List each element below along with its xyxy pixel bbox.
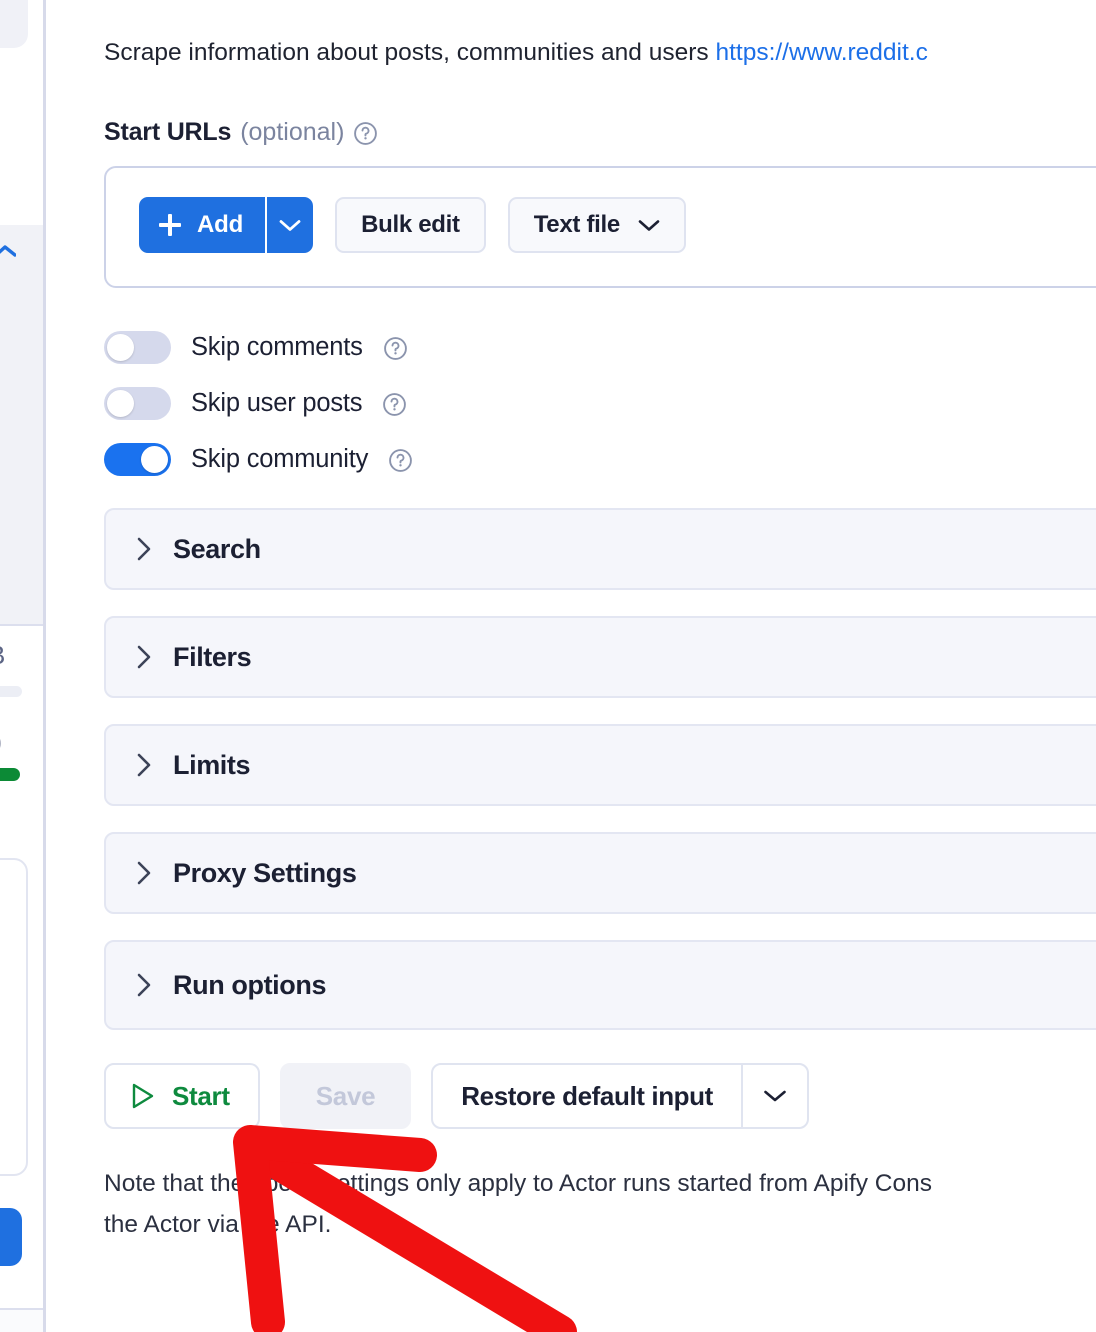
toggle-skip-community[interactable]: [104, 443, 171, 476]
main-content: Scrape information about posts, communit…: [46, 0, 1096, 1332]
start-urls-optional-text: (optional): [240, 118, 344, 147]
restore-default-input-group: Restore default input: [431, 1063, 809, 1129]
sidebar-metric-b: 0: [0, 728, 2, 760]
bulk-edit-button[interactable]: Bulk edit: [335, 197, 486, 253]
toggle-label-skip-user-posts: Skip user posts: [191, 389, 362, 418]
add-button[interactable]: Add: [139, 197, 265, 253]
sidebar-top-panel: [0, 0, 28, 48]
chevron-up-icon[interactable]: [0, 243, 16, 259]
section-title-proxy-settings: Proxy Settings: [173, 858, 356, 889]
action-bar: Start Save Restore default input: [104, 1063, 809, 1129]
actor-description: Scrape information about posts, communit…: [104, 36, 1096, 70]
section-filters[interactable]: Filters: [104, 616, 1096, 698]
start-button-label: Start: [172, 1081, 230, 1112]
chevron-right-icon: [136, 752, 153, 778]
restore-dropdown-button[interactable]: [741, 1065, 807, 1127]
restore-default-input-label: Restore default input: [461, 1081, 713, 1112]
start-urls-container: Add Bulk edit Text file: [104, 166, 1096, 288]
toggle-skip-user-posts[interactable]: [104, 387, 171, 420]
settings-note-line-2: the Actor via the API.: [104, 1204, 1096, 1245]
help-circle-icon[interactable]: [388, 448, 413, 473]
sidebar-primary-button[interactable]: [0, 1208, 22, 1266]
section-run-options[interactable]: Run options MAXIM Unlim: [104, 940, 1096, 1030]
add-button-group[interactable]: Add: [139, 197, 313, 253]
add-button-label: Add: [197, 211, 243, 239]
text-file-dropdown[interactable]: Text file: [508, 197, 686, 253]
text-file-label: Text file: [534, 211, 620, 239]
sidebar-status-indicator: [0, 768, 20, 781]
section-title-filters: Filters: [173, 642, 251, 673]
section-limits[interactable]: Limits: [104, 724, 1096, 806]
help-circle-icon[interactable]: [382, 392, 407, 417]
settings-note-line-1: Note that the above settings only apply …: [104, 1170, 932, 1197]
toggle-label-skip-comments: Skip comments: [191, 333, 363, 362]
sidebar-card: [0, 858, 28, 1176]
settings-note: Note that the above settings only apply …: [104, 1163, 1096, 1245]
section-title-limits: Limits: [173, 750, 250, 781]
chevron-down-icon: [763, 1089, 787, 1103]
play-icon: [130, 1082, 156, 1110]
sidebar-highlight-band: [0, 225, 43, 625]
add-dropdown-button[interactable]: [265, 197, 313, 253]
sidebar-progress-bar: [0, 686, 22, 697]
toggle-row-skip-comments: Skip comments: [104, 328, 413, 366]
sidebar-metric-a: B: [0, 640, 5, 671]
chevron-right-icon: [136, 860, 153, 886]
restore-default-input-button[interactable]: Restore default input: [433, 1065, 741, 1127]
chevron-down-icon: [638, 219, 660, 232]
chevron-right-icon: [136, 644, 153, 670]
help-circle-icon[interactable]: [353, 121, 378, 146]
left-sidebar-clipped: B 0: [0, 0, 43, 1332]
chevron-right-icon: [136, 536, 153, 562]
start-urls-button-row: Add Bulk edit Text file: [139, 197, 686, 253]
start-urls-label: Start URLs (optional): [104, 118, 378, 147]
actor-description-text: Scrape information about posts, communit…: [104, 39, 715, 66]
section-title-run-options: Run options: [173, 970, 326, 1001]
toggle-knob: [107, 334, 134, 361]
start-button[interactable]: Start: [104, 1063, 260, 1129]
toggle-row-skip-community: Skip community: [104, 440, 413, 478]
bulk-edit-label: Bulk edit: [361, 211, 460, 239]
toggle-label-skip-community: Skip community: [191, 445, 368, 474]
section-title-search: Search: [173, 534, 261, 565]
chevron-down-icon: [279, 219, 301, 232]
save-button-label: Save: [316, 1081, 376, 1112]
section-search[interactable]: Search: [104, 508, 1096, 590]
start-urls-label-text: Start URLs: [104, 118, 231, 147]
section-proxy-settings[interactable]: Proxy Settings: [104, 832, 1096, 914]
toggle-row-skip-user-posts: Skip user posts: [104, 384, 413, 422]
toggle-knob: [107, 390, 134, 417]
help-circle-icon[interactable]: [383, 336, 408, 361]
toggle-knob: [141, 446, 168, 473]
toggle-skip-comments[interactable]: [104, 331, 171, 364]
toggle-list: Skip comments Skip user posts: [104, 328, 413, 496]
reddit-link[interactable]: https://www.reddit.c: [715, 39, 927, 66]
sidebar-footer: [0, 1310, 43, 1332]
app-screen: B 0 Scrape information about posts, comm…: [0, 0, 1096, 1332]
chevron-right-icon: [136, 972, 153, 998]
save-button[interactable]: Save: [280, 1063, 412, 1129]
sidebar-divider: [0, 624, 43, 626]
plus-icon: [159, 214, 181, 236]
